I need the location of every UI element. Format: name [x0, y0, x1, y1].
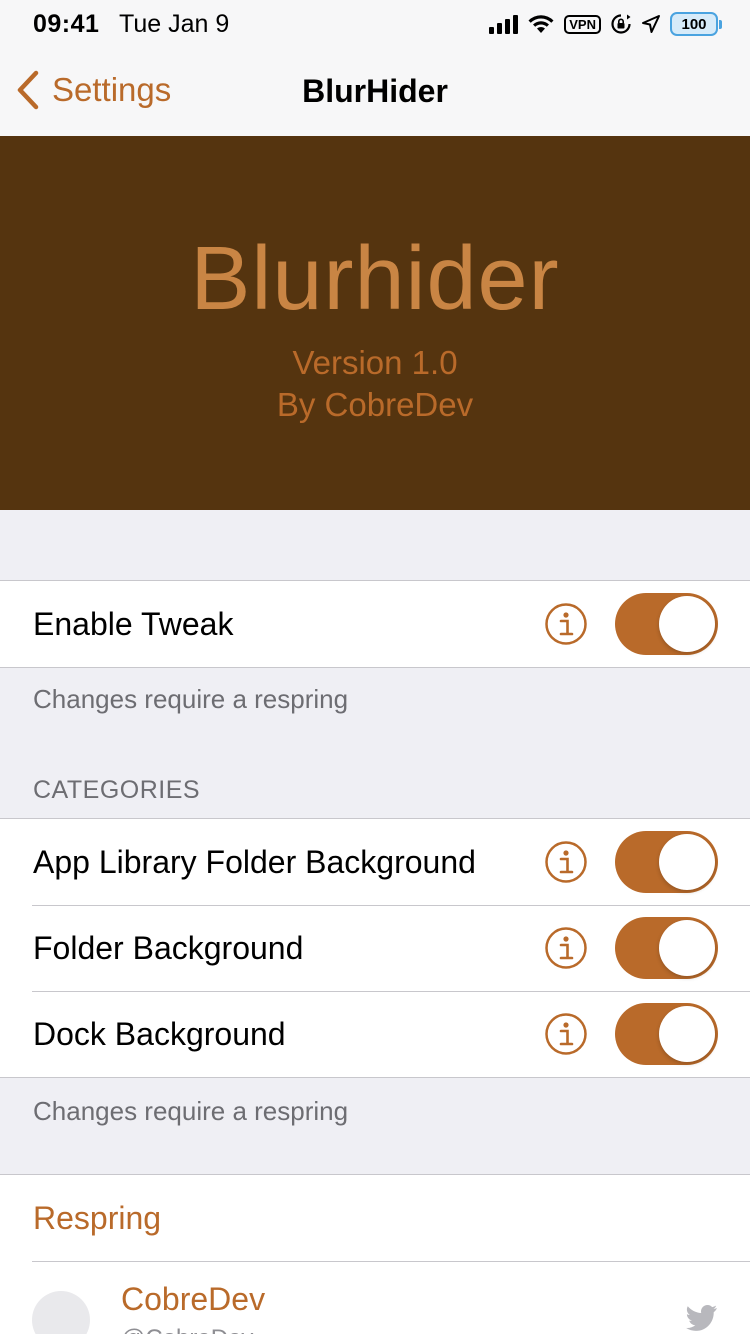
banner-author: By CobreDev	[276, 386, 474, 423]
main-settings-group: Enable Tweak	[0, 580, 750, 668]
page-title: BlurHider	[302, 73, 448, 109]
folder-background-toggle[interactable]	[615, 917, 718, 979]
app-library-folder-background-label: App Library Folder Background	[33, 844, 476, 880]
folder-background-cell: Folder Background	[0, 905, 750, 991]
battery-level: 100	[681, 15, 707, 33]
enable-tweak-toggle[interactable]	[615, 593, 718, 655]
categories-header: CATEGORIES	[33, 776, 201, 804]
orientation-lock-icon	[611, 14, 631, 34]
categories-respring-note: Changes require a respring	[33, 1096, 349, 1126]
respring-cell[interactable]: Respring	[0, 1175, 750, 1261]
battery-icon: 100	[670, 12, 722, 36]
wifi-icon	[528, 15, 554, 33]
info-icon[interactable]	[544, 840, 588, 884]
app-library-folder-background-cell: App Library Folder Background	[0, 819, 750, 905]
status-time: 09:41	[33, 10, 100, 38]
dock-background-label: Dock Background	[33, 1016, 286, 1052]
twitter-icon	[686, 1305, 717, 1331]
status-bar: 09:41 Tue Jan 9 VPN 100	[0, 0, 750, 50]
app-library-folder-background-toggle[interactable]	[615, 831, 718, 893]
dock-background-cell: Dock Background	[0, 991, 750, 1077]
info-icon[interactable]	[544, 1012, 588, 1056]
navigation-bar: Settings BlurHider	[0, 50, 750, 136]
avatar	[32, 1291, 90, 1334]
developer-cell[interactable]: CobreDev @CobreDev	[0, 1261, 750, 1334]
categories-group: App Library Folder Background Folder Bac…	[0, 818, 750, 1078]
status-icons: VPN 100	[489, 12, 722, 36]
developer-handle: @CobreDev	[121, 1325, 253, 1334]
info-icon[interactable]	[544, 926, 588, 970]
status-date: Tue Jan 9	[119, 10, 230, 38]
info-icon[interactable]	[544, 602, 588, 646]
banner-title: Blurhider	[190, 229, 560, 329]
developer-name: CobreDev	[121, 1281, 266, 1317]
cellular-signal-icon	[489, 14, 519, 34]
actions-group: Respring CobreDev @CobreDev	[0, 1174, 750, 1334]
respring-button[interactable]: Respring	[33, 1200, 161, 1237]
location-icon	[642, 15, 660, 33]
enable-tweak-cell: Enable Tweak	[0, 581, 750, 667]
respring-note: Changes require a respring	[33, 684, 349, 714]
header-banner: Blurhider Version 1.0 By CobreDev	[0, 136, 750, 510]
enable-tweak-label: Enable Tweak	[33, 606, 234, 642]
vpn-badge: VPN	[564, 14, 601, 34]
dock-background-toggle[interactable]	[615, 1003, 718, 1065]
banner-version: Version 1.0	[292, 344, 458, 381]
folder-background-label: Folder Background	[33, 930, 304, 966]
